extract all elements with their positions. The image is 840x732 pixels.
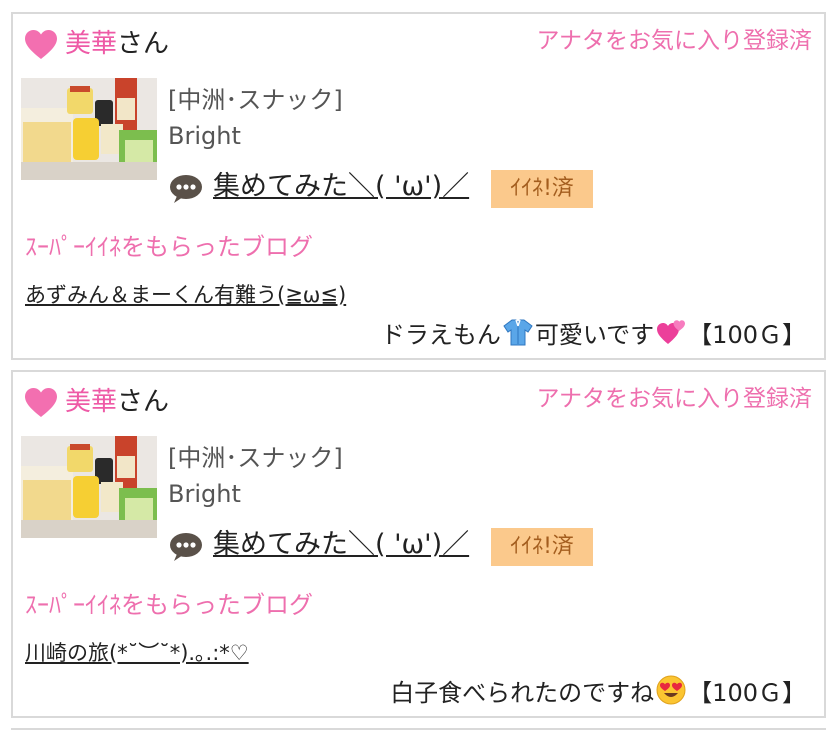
- like-status-badge[interactable]: ｲｲﾈ!済: [491, 528, 593, 566]
- thumbnail-image: [21, 78, 157, 180]
- shop-category[interactable]: [中洲･スナック]: [168, 442, 343, 474]
- user-name-text[interactable]: 美華: [65, 29, 117, 59]
- reward-amount: 【100Ｇ】: [688, 320, 806, 349]
- next-card-border: [11, 728, 826, 730]
- store-name[interactable]: Bright: [168, 120, 241, 152]
- blog-title-link[interactable]: あずみん＆まーくん有難う(≧ω≦): [25, 280, 346, 310]
- message-text: 白子食べられたのですね: [390, 678, 655, 707]
- user-honorific: さん: [117, 387, 170, 417]
- reward-amount: 【100Ｇ】: [688, 678, 806, 707]
- post-card: 美華さん アナタをお気に入り登録済 [中洲･スナック] Bright 集めてみた…: [11, 12, 826, 360]
- post-title-link[interactable]: 集めてみた＼( 'ω')／: [213, 168, 469, 206]
- user-name-text[interactable]: 美華: [65, 387, 117, 417]
- favorite-status: アナタをお気に入り登録済: [536, 28, 812, 54]
- post-card: 美華さん アナタをお気に入り登録済 [中洲･スナック] Bright 集めてみた…: [11, 370, 826, 718]
- blog-title-link[interactable]: 川崎の旅(*˘︶˘*).｡.:*♡: [25, 638, 249, 668]
- thumbnail-image: [21, 436, 157, 538]
- shop-category[interactable]: [中洲･スナック]: [168, 84, 343, 116]
- shirt-emoji-icon: [503, 319, 533, 346]
- heart-eyes-emoji-icon: [656, 675, 686, 705]
- store-name[interactable]: Bright: [168, 478, 241, 510]
- user-name[interactable]: 美華さん: [65, 384, 169, 420]
- super-like-label: ｽｰﾊﾟｰｲｲﾈをもらったブログ: [25, 591, 313, 619]
- user-honorific: さん: [117, 29, 170, 59]
- super-like-label: ｽｰﾊﾟｰｲｲﾈをもらったブログ: [25, 233, 313, 261]
- post-thumbnail[interactable]: [21, 78, 157, 180]
- post-thumbnail[interactable]: [21, 436, 157, 538]
- message-row: ドラえもん 可愛いです 【100Ｇ】: [381, 314, 806, 350]
- two-hearts-icon: [657, 320, 686, 344]
- message-text-2: 可愛いです: [534, 320, 655, 349]
- message-row: 白子食べられたのですね 【100Ｇ】: [390, 672, 806, 708]
- heart-icon: [25, 388, 57, 417]
- heart-icon: [25, 30, 57, 59]
- favorite-status: アナタをお気に入り登録済: [536, 386, 812, 412]
- post-title-link[interactable]: 集めてみた＼( 'ω')／: [213, 526, 469, 564]
- speech-bubble-icon: [170, 175, 202, 203]
- like-status-badge[interactable]: ｲｲﾈ!済: [491, 170, 593, 208]
- speech-bubble-icon: [170, 533, 202, 561]
- user-name[interactable]: 美華さん: [65, 26, 169, 62]
- message-text: ドラえもん: [380, 320, 501, 349]
